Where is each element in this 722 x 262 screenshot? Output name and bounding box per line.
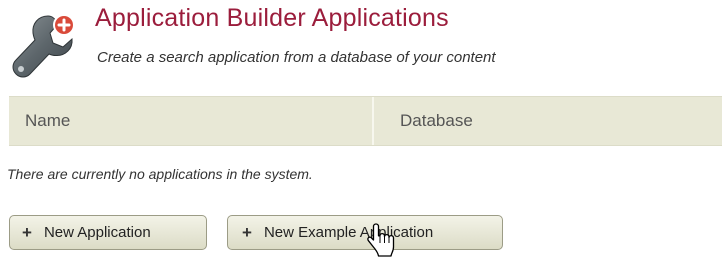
plus-icon: + [242, 223, 252, 242]
page-title: Application Builder Applications [95, 4, 449, 32]
new-application-button[interactable]: + New Application [9, 215, 207, 250]
page-subtitle: Create a search application from a datab… [97, 49, 496, 66]
plus-icon: + [22, 223, 32, 242]
new-example-application-label: New Example Application [263, 224, 434, 241]
new-example-application-button[interactable]: + New Example Application [227, 215, 503, 250]
hand-pointer-icon [367, 223, 395, 257]
new-application-label: New Application [43, 224, 151, 241]
column-header-name[interactable]: Name [9, 97, 374, 145]
page: Application Builder Applications Create … [0, 0, 722, 262]
column-header-database[interactable]: Database [376, 97, 722, 145]
empty-state-message: There are currently no applications in t… [7, 166, 313, 182]
wrench-icon [12, 14, 75, 78]
applications-table-header: Name Database [9, 96, 722, 146]
